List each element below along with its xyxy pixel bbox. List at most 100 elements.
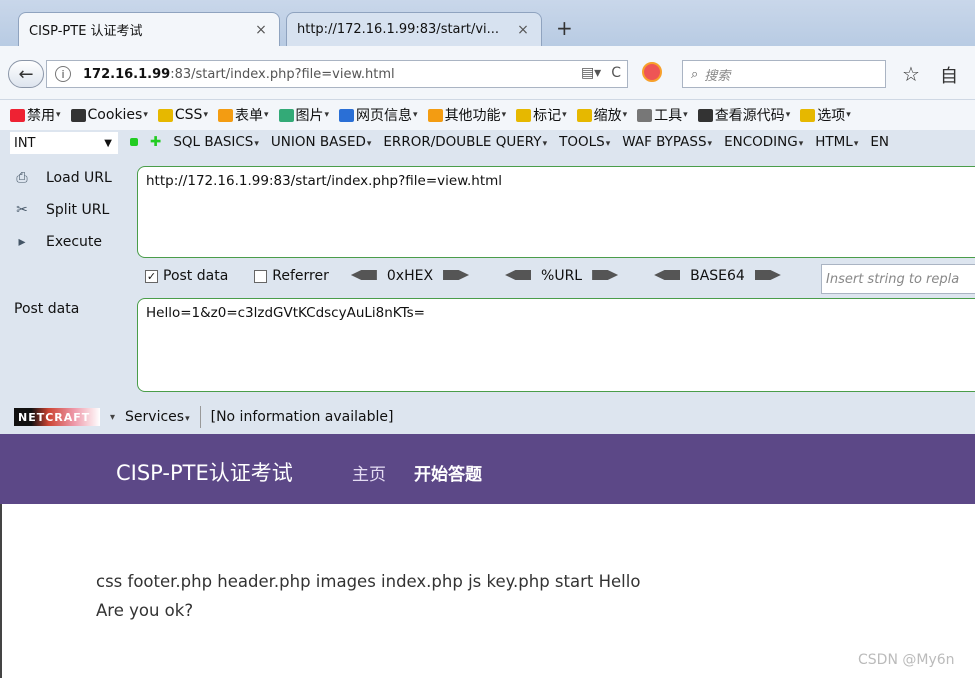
menu-icon xyxy=(10,108,25,122)
minus-icon[interactable] xyxy=(130,134,138,150)
menu-label: 查看源代码 xyxy=(714,108,785,124)
hackbar-menu-item[interactable]: SQL BASICS▾ xyxy=(173,134,259,150)
page-left-border xyxy=(0,504,2,678)
hackbar-menu-item[interactable]: UNION BASED▾ xyxy=(271,134,372,150)
address-bar[interactable]: i 172.16.1.99 :83/start/index.php?file=v… xyxy=(46,60,628,88)
url-path: :83/start/index.php?file=view.html xyxy=(170,66,395,82)
tab-title: CISP-PTE 认证考试 xyxy=(29,24,143,39)
webdev-menu-item[interactable]: 选项 ▾ xyxy=(800,105,851,125)
url-host: 172.16.1.99 xyxy=(83,66,171,82)
hackbar-panel: INT ▼ ✚ SQL BASICS▾ UNION BASED▾ ERROR/DOU… xyxy=(0,130,975,400)
tab-start-view[interactable]: http://172.16.1.99:83/start/vi... × xyxy=(286,12,542,46)
split-url-button[interactable]: ✂ Split URL xyxy=(12,202,109,218)
post-data-checkbox[interactable]: ✓ Post data xyxy=(145,268,228,284)
arrow-right-icon xyxy=(754,270,781,280)
execute-button[interactable]: ▸ Execute xyxy=(12,234,102,250)
reading-list-icon[interactable]: 自 xyxy=(940,62,958,88)
webdev-menu-item[interactable]: Cookies ▾ xyxy=(70,107,148,123)
hackbar-menu-item[interactable]: TOOLS▾ xyxy=(559,134,610,150)
url-tools: ▤▾ C xyxy=(581,65,621,81)
dropdown-caret-icon: ▾ xyxy=(413,110,418,120)
hackbar-menu-item[interactable]: ENCODING▾ xyxy=(724,134,803,150)
dropdown-caret-icon[interactable]: ▾ xyxy=(110,412,115,423)
webdev-menu-item[interactable]: 查看源代码 ▾ xyxy=(697,105,791,125)
server-icon[interactable]: ▤▾ xyxy=(581,65,601,81)
hackbar-menu-item[interactable]: EN xyxy=(870,134,889,150)
load-url-label: Load URL xyxy=(46,170,112,186)
menu-label: 禁用 xyxy=(27,108,55,124)
menu-label: 网页信息 xyxy=(356,108,413,124)
dropdown-caret-icon: ▾ xyxy=(254,139,259,149)
hackbar-menu-item[interactable]: WAF BYPASS▾ xyxy=(622,134,712,150)
dropdown-caret-icon: ▾ xyxy=(846,110,851,120)
webdev-menu-item[interactable]: CSS ▾ xyxy=(157,107,208,123)
menu-label: 其他功能 xyxy=(444,108,501,124)
back-button[interactable]: ← xyxy=(8,60,44,88)
site-title[interactable]: CISP-PTE认证考试 xyxy=(116,457,293,487)
site-header: CISP-PTE认证考试 主页 开始答题 xyxy=(0,434,975,504)
dropdown-caret-icon: ▾ xyxy=(324,110,330,120)
webdev-menu-item[interactable]: 工具 ▾ xyxy=(637,105,688,125)
webdev-menu-item[interactable]: 缩放 ▾ xyxy=(576,105,628,125)
menu-label: 选项 xyxy=(817,108,846,124)
menu-icon xyxy=(157,108,173,122)
arrow-left-icon xyxy=(654,270,681,280)
hackbar-menu-item[interactable]: ERROR/DOUBLE QUERY▾ xyxy=(383,134,547,150)
nav-home-link[interactable]: 主页 xyxy=(352,460,386,485)
webdev-menu-item[interactable]: 图片 ▾ xyxy=(278,105,330,125)
block-icon[interactable] xyxy=(642,62,662,82)
dropdown-caret-icon: ▾ xyxy=(366,139,372,149)
reload-icon[interactable]: C xyxy=(611,65,621,81)
menu-icon xyxy=(576,108,592,122)
menu-label: 图片 xyxy=(295,108,324,124)
menu-label: 表单 xyxy=(234,108,263,124)
bookmark-star-icon[interactable]: ☆ xyxy=(902,62,920,86)
split-url-label: Split URL xyxy=(46,202,110,218)
netcraft-logo[interactable]: NETCRAFT xyxy=(14,408,100,426)
close-icon[interactable]: × xyxy=(253,22,269,38)
load-url-icon: ⎙ xyxy=(16,170,28,186)
webdev-menu-item[interactable]: 标记 ▾ xyxy=(516,105,567,125)
search-icon: ⌕ xyxy=(691,66,699,82)
url-encoder[interactable]: %URL xyxy=(505,268,619,284)
search-input[interactable]: ⌕ 搜索 xyxy=(682,60,886,88)
page-message: Are you ok? xyxy=(96,601,194,620)
webdev-menu-item[interactable]: 其他功能 ▾ xyxy=(427,105,506,125)
referrer-checkbox[interactable]: Referrer xyxy=(254,268,329,284)
webdev-menu-item[interactable]: 禁用 ▾ xyxy=(10,105,61,125)
new-tab-button[interactable]: + xyxy=(556,18,573,38)
select-value: INT xyxy=(14,135,36,151)
hex-encoder[interactable]: 0xHEX xyxy=(350,268,470,284)
execute-label: Execute xyxy=(46,234,102,250)
base64-encoder[interactable]: BASE64 xyxy=(654,268,781,284)
plus-icon[interactable]: ✚ xyxy=(150,134,161,150)
search-placeholder: 搜索 xyxy=(704,68,731,84)
load-url-button[interactable]: ⎙ Load URL xyxy=(12,170,112,186)
dropdown-caret-icon: ▾ xyxy=(56,110,61,120)
hackbar-menu-item[interactable]: HTML▾ xyxy=(815,134,858,150)
watermark: CSDN @My6n xyxy=(858,652,955,668)
menu-label: CSS xyxy=(174,107,203,123)
info-icon[interactable]: i xyxy=(55,66,71,82)
tab-cisp-pte[interactable]: CISP-PTE 认证考试 × xyxy=(18,12,280,46)
menu-label: 标记 xyxy=(533,108,562,124)
tab-strip: CISP-PTE 认证考试 × http://172.16.1.99:83/st… xyxy=(0,0,975,46)
menu-icon xyxy=(800,108,816,122)
play-icon: ▸ xyxy=(18,234,26,250)
webdev-menu-item[interactable]: 表单 ▾ xyxy=(217,105,269,125)
webdev-menu-item[interactable]: 网页信息 ▾ xyxy=(339,105,418,125)
dropdown-caret-icon: ▾ xyxy=(605,139,611,149)
close-icon[interactable]: × xyxy=(515,22,531,38)
services-menu[interactable]: Services▾ xyxy=(125,409,190,425)
post-data-label: Post data xyxy=(14,301,80,317)
post-data-textarea[interactable]: Hello=1&z0=c3lzdGVtKCdscyAuLi8nKTs= xyxy=(137,298,975,392)
menu-icon xyxy=(339,108,355,122)
dropdown-caret-icon: ▾ xyxy=(785,110,791,120)
dropdown-caret-icon: ▾ xyxy=(622,110,628,120)
arrow-right-icon xyxy=(592,270,619,280)
url-textarea[interactable]: http://172.16.1.99:83/start/index.php?fi… xyxy=(137,166,975,258)
nav-start-link[interactable]: 开始答题 xyxy=(414,460,482,485)
replace-input[interactable]: Insert string to repla xyxy=(821,264,975,294)
int-select[interactable]: INT ▼ xyxy=(10,132,118,154)
menu-icon xyxy=(427,108,443,122)
